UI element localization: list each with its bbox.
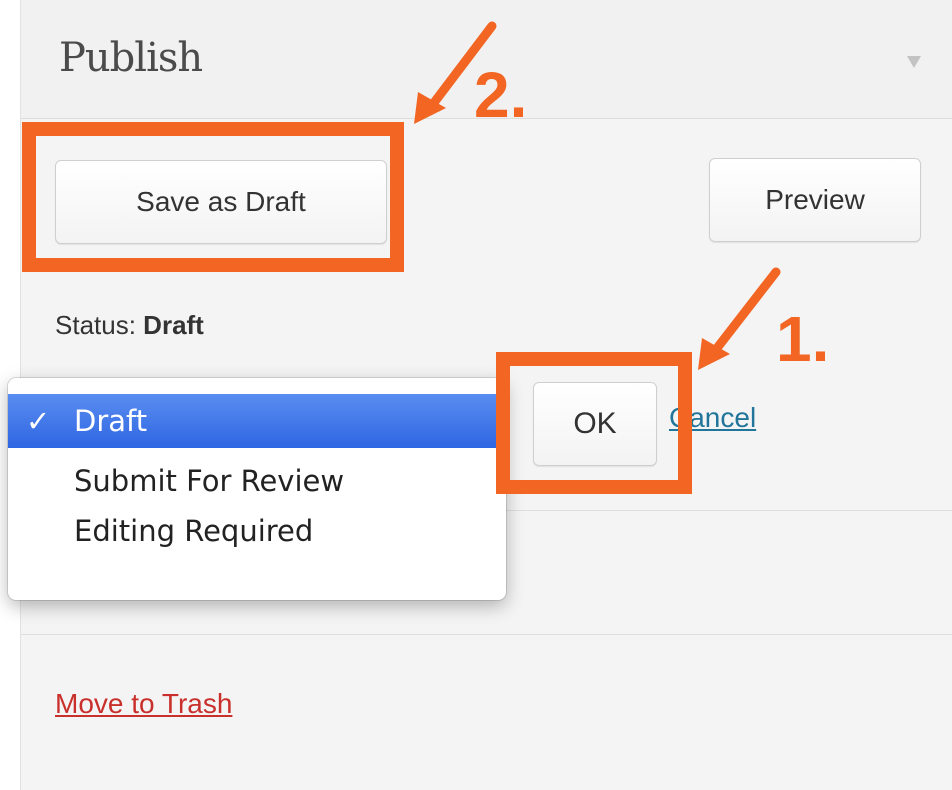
arrow-1-line (709, 267, 781, 357)
annotation-step-1: 1. (776, 303, 830, 375)
annotation-step-2: 2. (474, 59, 528, 131)
